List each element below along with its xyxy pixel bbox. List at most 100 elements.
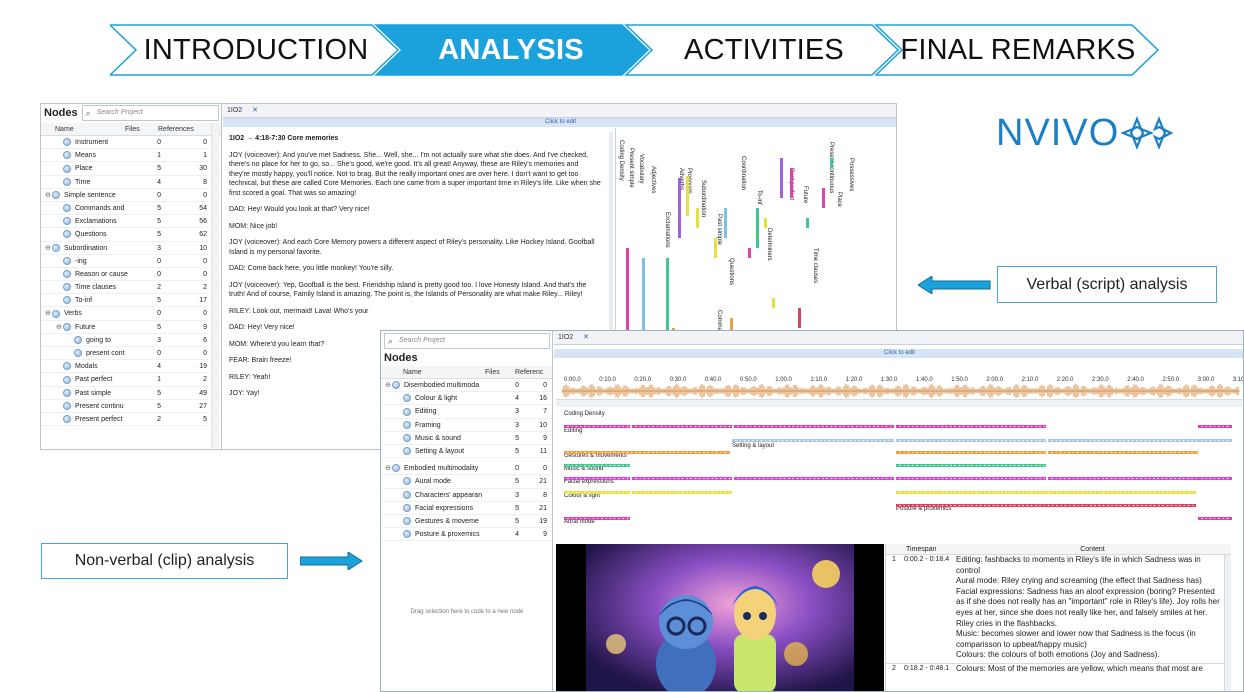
coding-stripe[interactable]: [564, 491, 630, 494]
coding-stripe[interactable]: [1198, 439, 1232, 442]
coding-stripe[interactable]: [1048, 439, 1198, 442]
coding-stripe[interactable]: [896, 504, 1196, 507]
pin-icon[interactable]: ✕: [583, 334, 589, 341]
coding-stripe[interactable]: [896, 464, 1046, 467]
tree-node-row[interactable]: ⊖ Subordination 3 10: [41, 242, 221, 255]
tree-node-row[interactable]: Place 5 30: [41, 162, 221, 176]
tree-node-row[interactable]: Reason or cause 0 0: [41, 268, 221, 282]
stripe-label[interactable]: Time clauses: [812, 248, 818, 283]
stripe-label[interactable]: Setting & layout: [732, 443, 774, 449]
script-doc-tab[interactable]: 1IO2: [227, 107, 242, 114]
coding-stripe[interactable]: [1198, 477, 1232, 480]
drag-hint[interactable]: Drag selection here to code to a new nod…: [381, 609, 553, 615]
coding-stripe[interactable]: [896, 477, 1046, 480]
pin-icon[interactable]: ✕: [252, 107, 258, 114]
script-nodes-scrollbar[interactable]: [211, 123, 219, 448]
coding-stripe[interactable]: [772, 298, 775, 308]
coding-stripe[interactable]: [734, 425, 894, 428]
tree-node-row[interactable]: Questions 5 62: [41, 228, 221, 242]
col-name[interactable]: Name: [381, 366, 485, 378]
coding-stripe[interactable]: [1048, 477, 1198, 480]
video-player[interactable]: [556, 544, 884, 691]
tree-node-row[interactable]: Framing 3 10: [381, 419, 552, 432]
stripe-label[interactable]: Coordination: [740, 156, 746, 190]
tree-node-row[interactable]: ⊖ Embodied multimodality 0 0: [381, 462, 552, 476]
col-references[interactable]: References: [158, 123, 204, 135]
tree-node-row[interactable]: Characters' appearan 3 8: [381, 489, 552, 502]
tree-node-row[interactable]: Past perfect 1 2: [41, 373, 221, 387]
clip-search-input[interactable]: Search Project: [384, 333, 550, 349]
coding-stripe[interactable]: [678, 178, 681, 238]
coding-stripe[interactable]: [696, 208, 699, 228]
expand-toggle-icon[interactable]: ⊖: [56, 321, 63, 333]
coding-stripe[interactable]: [756, 208, 759, 248]
table-scrollbar[interactable]: [1224, 555, 1231, 691]
col-files[interactable]: Files: [485, 366, 515, 378]
coding-stripe[interactable]: [632, 425, 732, 428]
stripe-label[interactable]: Editing: [564, 428, 582, 434]
coding-stripe[interactable]: [564, 517, 630, 520]
nav-analysis[interactable]: ANALYSIS: [400, 24, 622, 76]
tree-node-row[interactable]: Time clauses 2 2: [41, 281, 221, 295]
expand-toggle-icon[interactable]: ⊖: [45, 242, 52, 254]
tree-node-row[interactable]: ⊖ Future 5 9: [41, 321, 221, 334]
tree-node-row[interactable]: To-inf 5 17: [41, 294, 221, 308]
tree-node-row[interactable]: Editing 3 7: [381, 405, 552, 419]
script-click-to-edit[interactable]: Click to edit: [223, 118, 896, 127]
table-row[interactable]: 2 0:18.2 - 0:48.1 Colours: Most of the m…: [886, 662, 1231, 674]
coding-stripe[interactable]: [732, 439, 894, 442]
coding-stripe[interactable]: [806, 218, 809, 228]
coding-stripe[interactable]: [632, 477, 732, 480]
tree-node-row[interactable]: Present perfect 2 5: [41, 413, 221, 427]
tree-node-row[interactable]: Present continu 5 27: [41, 400, 221, 413]
coding-stripe[interactable]: [896, 425, 1046, 428]
coding-stripe[interactable]: [1048, 451, 1198, 454]
coding-stripe[interactable]: [798, 308, 801, 328]
tree-node-row[interactable]: ⊖ Simple sentence 0 0: [41, 189, 221, 202]
coding-stripe[interactable]: [896, 491, 1196, 494]
expand-toggle-icon[interactable]: ⊖: [45, 307, 52, 319]
col-files[interactable]: Files: [125, 123, 158, 135]
tree-node-row[interactable]: ⊖ Verbs 0 0: [41, 307, 221, 321]
stripe-label[interactable]: Coding Density: [618, 140, 624, 181]
coding-stripe[interactable]: [1198, 517, 1232, 520]
coding-stripe[interactable]: [714, 238, 717, 258]
stripe-label[interactable]: To-inf: [756, 190, 762, 205]
nav-introduction[interactable]: INTRODUCTION: [136, 24, 376, 76]
timeline-scrollbar[interactable]: [556, 399, 1242, 407]
tree-node-row[interactable]: -ing 0 0: [41, 255, 221, 268]
coding-stripe[interactable]: [780, 158, 783, 198]
nav-activities[interactable]: ACTIVITIES: [650, 24, 878, 76]
tree-node-row[interactable]: Gestures & moveme 5 19: [381, 515, 552, 529]
col-name[interactable]: Name: [41, 123, 125, 135]
tree-node-row[interactable]: Aural mode 5 21: [381, 475, 552, 489]
coding-stripe[interactable]: [564, 425, 630, 428]
nav-final-remarks[interactable]: FINAL REMARKS: [900, 24, 1136, 76]
stripe-label[interactable]: Future: [802, 186, 808, 203]
coding-stripe[interactable]: [764, 218, 767, 228]
coding-stripe[interactable]: [564, 451, 730, 454]
col-content[interactable]: Content: [954, 544, 1231, 554]
stripe-label[interactable]: Adjectives: [650, 166, 656, 193]
tree-node-row[interactable]: Colour & light 4 16: [381, 392, 552, 406]
script-search-input[interactable]: Search Project: [81, 105, 219, 121]
clip-doc-tab[interactable]: 1IO2: [558, 334, 573, 341]
tree-node-row[interactable]: present cont 0 0: [41, 347, 221, 361]
coding-stripe[interactable]: [564, 477, 630, 480]
tree-node-row[interactable]: Past simple 5 49: [41, 387, 221, 400]
table-row[interactable]: 1 0:00.2 - 0:18.4 Editing: fashbacks to …: [886, 555, 1231, 661]
stripe-label[interactable]: Exclamations: [664, 212, 670, 248]
tree-node-row[interactable]: Time 4 8: [41, 176, 221, 189]
stripe-label[interactable]: Vocabulary: [638, 154, 644, 184]
coding-stripe[interactable]: [822, 188, 825, 208]
tree-node-row[interactable]: Commands and 5 54: [41, 202, 221, 216]
stripe-label[interactable]: Questions: [728, 258, 734, 285]
stripe-label[interactable]: Possessives: [848, 158, 854, 191]
coding-stripe[interactable]: [896, 439, 1046, 442]
coding-stripe[interactable]: [734, 477, 894, 480]
coding-stripe[interactable]: [686, 176, 689, 216]
coding-stripe[interactable]: [830, 158, 833, 168]
coding-stripe[interactable]: [896, 451, 1046, 454]
stripe-label[interactable]: Determiners: [766, 228, 772, 261]
coding-stripe[interactable]: [790, 168, 793, 198]
